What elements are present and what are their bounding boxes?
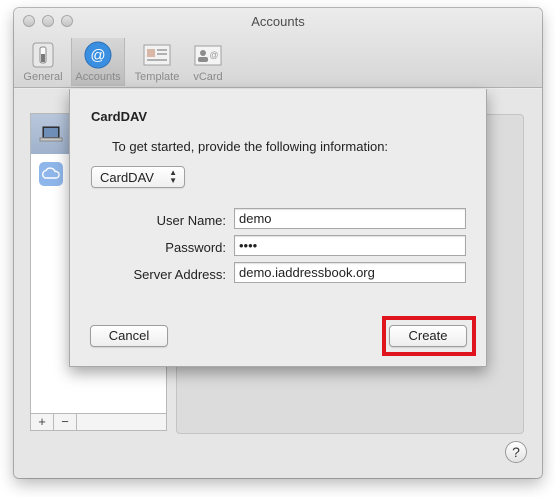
add-account-button[interactable]: + (30, 413, 54, 431)
sheet-title: CardDAV (91, 109, 148, 124)
window-title: Accounts (251, 14, 305, 29)
template-card-icon (143, 44, 171, 66)
toolbar-template[interactable]: Template (130, 38, 184, 86)
switch-icon (32, 42, 54, 68)
server-address-label: Server Address: (133, 267, 227, 282)
account-type-popup[interactable]: CardDAV ▲ ▼ (91, 166, 185, 188)
svg-text:@: @ (209, 50, 218, 60)
user-name-label: User Name: (156, 213, 226, 228)
toolbar-template-label: Template (134, 71, 180, 83)
sheet-instructions: To get started, provide the following in… (112, 139, 389, 154)
up-down-arrows-icon: ▲ ▼ (169, 168, 177, 185)
at-sign-icon: @ (84, 41, 112, 69)
toolbar-vcard[interactable]: @ vCard (181, 38, 235, 86)
toolbar-vcard-label: vCard (193, 71, 223, 83)
remove-account-button[interactable]: − (53, 413, 77, 431)
create-button-highlight (382, 316, 476, 356)
laptop-icon (39, 126, 63, 142)
svg-text:@: @ (90, 47, 105, 64)
title-bar: Accounts General @ Accounts Template @ v… (14, 8, 542, 88)
password-field[interactable] (234, 235, 466, 256)
cloud-icon (39, 162, 63, 186)
toolbar-general-label: General (23, 71, 63, 83)
toolbar-accounts-label: Accounts (75, 71, 121, 83)
toolbar-general[interactable]: General (16, 38, 70, 86)
cancel-button[interactable]: Cancel (90, 325, 168, 347)
server-address-field[interactable] (234, 262, 466, 283)
add-account-sheet: CardDAV To get started, provide the foll… (69, 89, 487, 367)
vcard-icon: @ (194, 45, 222, 66)
help-button[interactable]: ? (505, 441, 527, 463)
password-label: Password: (165, 240, 226, 255)
list-toolbar-spacer (76, 413, 167, 431)
user-name-field[interactable] (234, 208, 466, 229)
account-type-value: CardDAV (100, 170, 154, 185)
toolbar-accounts[interactable]: @ Accounts (71, 38, 125, 86)
